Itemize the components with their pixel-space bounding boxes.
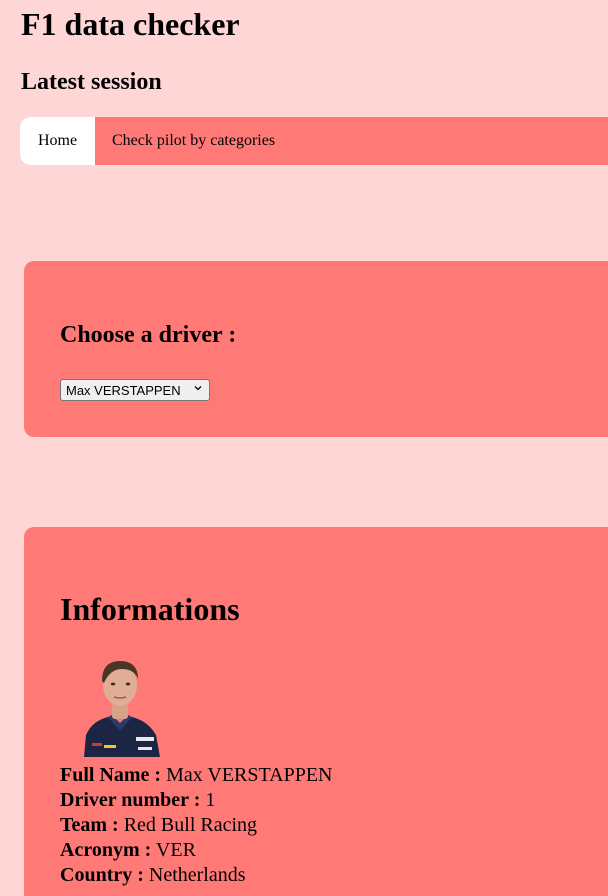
nav-item-home[interactable]: Home (20, 117, 95, 165)
driver-select-value: Max VERSTAPPEN (66, 382, 181, 398)
info-label: Country : (60, 864, 144, 886)
info-row-country: Country : Netherlands (60, 863, 332, 888)
info-row-driver-number: Driver number : 1 (60, 788, 332, 813)
driver-portrait-icon (84, 661, 160, 757)
nav-item-check-pilot[interactable]: Check pilot by categories (95, 117, 275, 165)
info-value: Red Bull Racing (123, 814, 258, 836)
choose-driver-heading: Choose a driver : (60, 322, 237, 348)
informations-heading: Informations (60, 591, 240, 627)
info-label: Acronym : (60, 839, 152, 861)
info-value: Netherlands (148, 864, 246, 886)
info-value: VER (155, 839, 196, 861)
nav-item-label: Check pilot by categories (112, 132, 276, 149)
choose-driver-card: Choose a driver : Max VERSTAPPEN (24, 261, 608, 437)
nav-item-label: Home (37, 132, 78, 149)
info-label: Driver number : (60, 789, 201, 811)
page: F1 data checker Latest session Home Chec… (0, 0, 608, 896)
info-row-acronym: Acronym : VER (60, 838, 332, 863)
info-value: 1 (205, 789, 216, 811)
nav-bar: Home Check pilot by categories (20, 117, 608, 165)
info-value: Max VERSTAPPEN (166, 764, 333, 786)
session-title: Latest session (21, 69, 162, 95)
informations-card: Informations Full Name : Max VERSTAPPEN … (24, 527, 608, 896)
driver-info-list: Full Name : Max VERSTAPPEN Driver number… (60, 763, 332, 888)
info-label: Team : (60, 814, 119, 836)
info-row-team: Team : Red Bull Racing (60, 813, 332, 838)
info-row-full-name: Full Name : Max VERSTAPPEN (60, 763, 332, 788)
chevron-down-icon (194, 386, 202, 391)
app-title: F1 data checker (21, 6, 240, 42)
driver-select[interactable]: Max VERSTAPPEN (60, 379, 210, 401)
info-label: Full Name : (60, 764, 162, 786)
